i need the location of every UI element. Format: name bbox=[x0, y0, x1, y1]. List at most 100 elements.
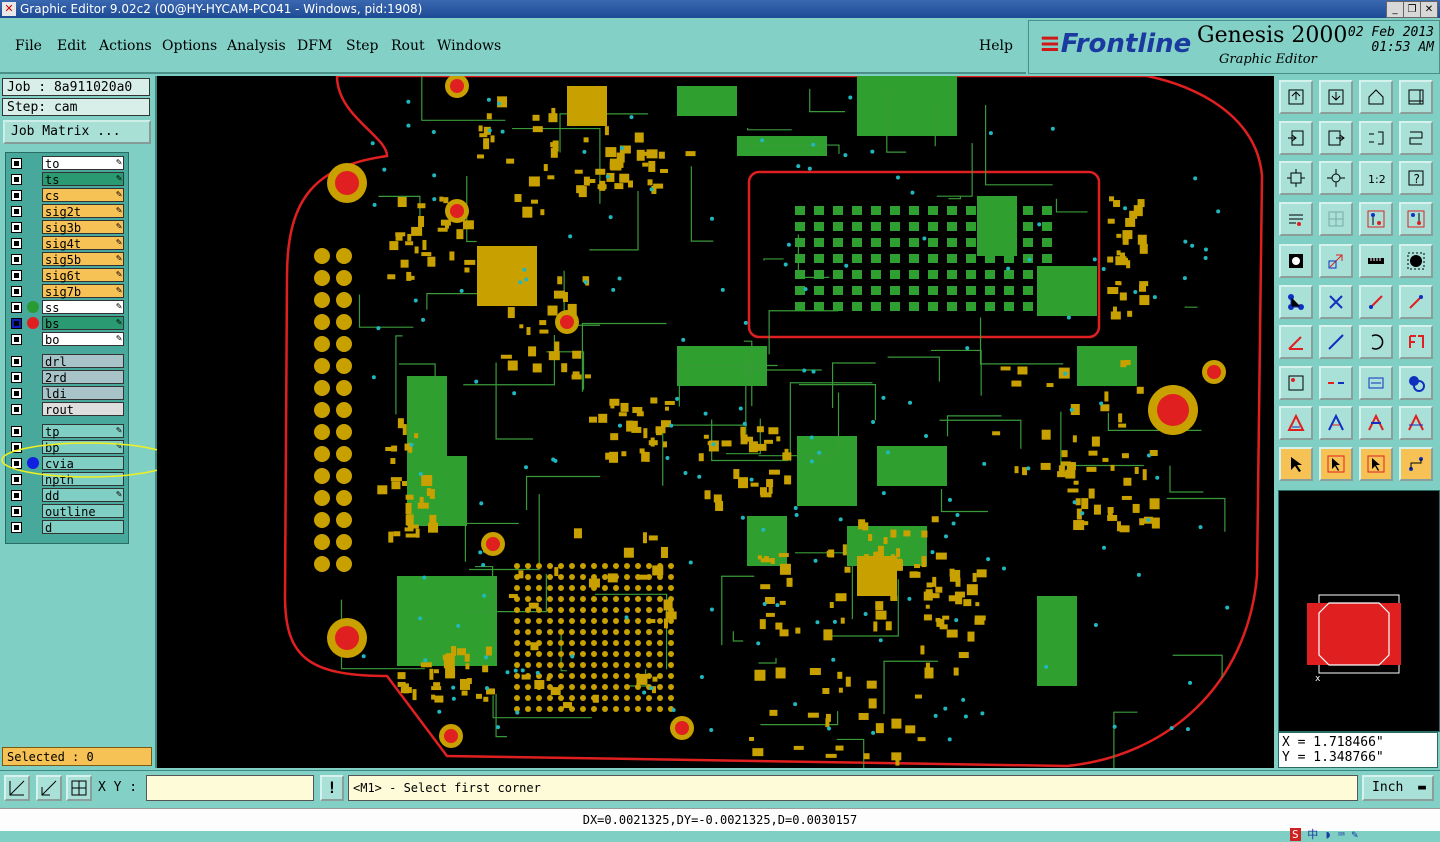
menu-file[interactable]: File bbox=[15, 38, 42, 54]
overview-preview[interactable]: x bbox=[1278, 490, 1440, 732]
pointer-sel-icon[interactable] bbox=[1359, 446, 1393, 481]
layer-checkbox[interactable] bbox=[11, 426, 22, 437]
layer-name[interactable]: sig5b bbox=[42, 252, 124, 267]
minimize-button[interactable]: _ bbox=[1386, 1, 1404, 18]
home-icon[interactable] bbox=[1359, 80, 1393, 114]
layer-row-rout[interactable]: rout bbox=[6, 401, 128, 417]
menu-windows[interactable]: Windows bbox=[437, 38, 501, 54]
layer-row-d[interactable]: d bbox=[6, 519, 128, 535]
layer-name[interactable]: sig7b bbox=[42, 284, 124, 299]
pad-icon[interactable] bbox=[1279, 244, 1313, 278]
layer-row-sig2t[interactable]: sig2t ✎ bbox=[6, 203, 128, 219]
ratio-icon[interactable]: 1:2 bbox=[1359, 161, 1393, 195]
tri-c-icon[interactable] bbox=[1359, 406, 1393, 440]
angle-icon[interactable] bbox=[1279, 325, 1313, 359]
zoom-right-icon[interactable] bbox=[1319, 120, 1353, 155]
layer-row-ts[interactable]: ts ✎ bbox=[6, 171, 128, 187]
layer-checkbox[interactable] bbox=[11, 286, 22, 297]
layer-checkbox[interactable] bbox=[11, 190, 22, 201]
help-icon[interactable]: ? bbox=[1399, 161, 1433, 195]
pointer-box-icon[interactable] bbox=[1319, 446, 1353, 481]
layer-row-sig3b[interactable]: sig3b ✎ bbox=[6, 219, 128, 235]
menu-dfm[interactable]: DFM bbox=[297, 38, 332, 54]
layer-name[interactable]: sig3b bbox=[42, 220, 124, 235]
layer-checkbox[interactable] bbox=[11, 372, 22, 383]
layer-name[interactable]: ldi bbox=[42, 386, 124, 401]
layer-checkbox[interactable] bbox=[11, 158, 22, 169]
job-matrix-button[interactable]: Job Matrix ... bbox=[3, 120, 151, 144]
ring-icon[interactable] bbox=[1399, 365, 1433, 400]
layer-row-ss[interactable]: ss ✎ bbox=[6, 299, 128, 315]
maximize-button[interactable]: ❐ bbox=[1403, 1, 1421, 18]
layer-name[interactable]: drl bbox=[42, 354, 124, 369]
layer-row-sig4t[interactable]: sig4t ✎ bbox=[6, 235, 128, 251]
center-icon[interactable] bbox=[1319, 161, 1353, 195]
arc-icon[interactable] bbox=[1359, 325, 1393, 359]
layer-name[interactable]: ss bbox=[42, 300, 124, 315]
layer-up-icon[interactable] bbox=[1279, 80, 1313, 114]
layer-name[interactable]: sig4t bbox=[42, 236, 124, 251]
layer-checkbox[interactable] bbox=[11, 490, 22, 501]
layer-row-sig5b[interactable]: sig5b ✎ bbox=[6, 251, 128, 267]
menu-rout[interactable]: Rout bbox=[391, 38, 425, 54]
pin-icon[interactable] bbox=[1399, 325, 1433, 359]
layer-row-sig6t[interactable]: sig6t ✎ bbox=[6, 267, 128, 283]
layer-name[interactable]: tp bbox=[42, 424, 124, 439]
unit-select[interactable]: Inch ▬ bbox=[1362, 775, 1434, 801]
layer-name[interactable]: outline bbox=[42, 504, 124, 519]
ruler-icon[interactable] bbox=[1359, 244, 1393, 278]
line-red-icon[interactable] bbox=[1359, 284, 1393, 319]
layer-row-to[interactable]: to ✎ bbox=[6, 155, 128, 171]
layer-row-drl[interactable]: drl bbox=[6, 353, 128, 369]
layer-checkbox[interactable] bbox=[11, 334, 22, 345]
range-icon[interactable] bbox=[1359, 365, 1393, 400]
layer-row-bo[interactable]: bo ✎ bbox=[6, 331, 128, 347]
swap-icon[interactable] bbox=[1359, 120, 1393, 155]
route-icon[interactable] bbox=[1399, 446, 1433, 481]
layer-name[interactable]: bo bbox=[42, 332, 124, 347]
layer-checkbox[interactable] bbox=[11, 522, 22, 533]
mirror-icon[interactable] bbox=[1399, 120, 1433, 155]
snap-grid-icon[interactable] bbox=[66, 775, 92, 801]
layer-name[interactable]: to bbox=[42, 156, 124, 171]
layer-down-icon[interactable] bbox=[1319, 80, 1353, 114]
layer-row-bs[interactable]: bs ✎ bbox=[6, 315, 128, 331]
layer-checkbox[interactable] bbox=[11, 206, 22, 217]
measure-icon[interactable] bbox=[36, 775, 62, 801]
pcb-canvas[interactable] bbox=[157, 76, 1274, 768]
layer-checkbox[interactable] bbox=[11, 174, 22, 185]
layer-checkbox[interactable] bbox=[11, 222, 22, 233]
layer-row-sig7b[interactable]: sig7b ✎ bbox=[6, 283, 128, 299]
xy-input[interactable] bbox=[146, 775, 314, 801]
snap-icon[interactable] bbox=[1279, 201, 1313, 236]
menu-step[interactable]: Step bbox=[346, 38, 378, 54]
layer-checkbox[interactable] bbox=[11, 388, 22, 399]
pointer-icon[interactable] bbox=[1279, 446, 1313, 481]
dot-icon[interactable] bbox=[1399, 244, 1433, 278]
cross-icon[interactable] bbox=[1319, 284, 1353, 319]
layer-row-ldi[interactable]: ldi bbox=[6, 385, 128, 401]
measure-a-icon[interactable] bbox=[1359, 201, 1393, 236]
layer-name[interactable]: sig6t bbox=[42, 268, 124, 283]
layer-row-cs[interactable]: cs ✎ bbox=[6, 187, 128, 203]
select-box-icon[interactable] bbox=[1279, 365, 1313, 400]
menu-analysis[interactable]: Analysis bbox=[227, 38, 286, 54]
tri-b-icon[interactable] bbox=[1319, 406, 1353, 440]
menu-help[interactable]: Help bbox=[979, 38, 1013, 54]
tri-d-icon[interactable] bbox=[1399, 406, 1433, 440]
layer-name[interactable]: d bbox=[42, 520, 124, 535]
fit-icon[interactable] bbox=[1279, 161, 1313, 195]
slash-icon[interactable] bbox=[1319, 325, 1353, 359]
split-icon[interactable] bbox=[1319, 365, 1353, 400]
menu-edit[interactable]: Edit bbox=[57, 38, 86, 54]
layer-name[interactable]: ts bbox=[42, 172, 124, 187]
layer-checkbox[interactable] bbox=[11, 356, 22, 367]
layer-name[interactable]: dd bbox=[42, 488, 124, 503]
tri-a-icon[interactable] bbox=[1279, 406, 1313, 440]
shape-icon[interactable] bbox=[1319, 244, 1353, 278]
layer-name[interactable]: cs bbox=[42, 188, 124, 203]
layer-row-tp[interactable]: tp ✎ bbox=[6, 423, 128, 439]
layer-checkbox[interactable] bbox=[11, 506, 22, 517]
close-button[interactable]: ✕ bbox=[1420, 1, 1438, 18]
menu-options[interactable]: Options bbox=[162, 38, 217, 54]
